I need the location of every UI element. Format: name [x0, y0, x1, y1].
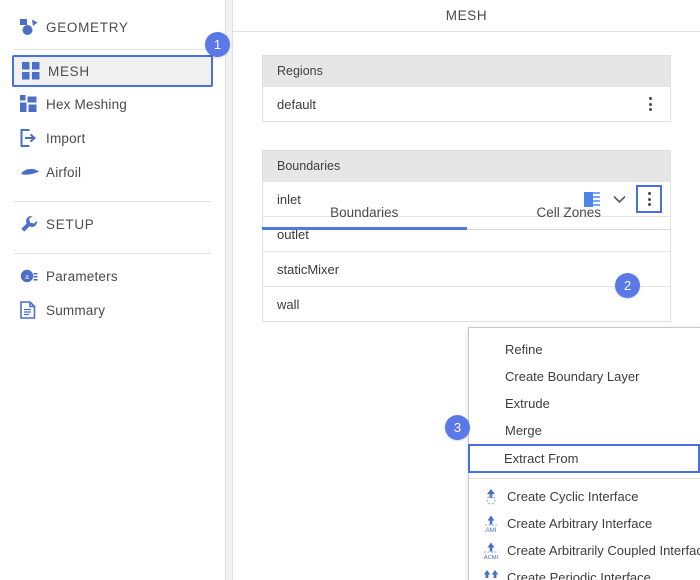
menu-item-extract-from[interactable]: Extract From — [468, 444, 700, 473]
sidebar-item-label: SETUP — [46, 216, 95, 232]
menu-item-label: Extract From — [504, 451, 579, 466]
sidebar-item-label: Import — [46, 130, 86, 146]
menu-item-label: Refine — [505, 342, 543, 357]
sidebar-item-setup[interactable]: SETUP — [12, 207, 213, 241]
svg-text:ACMI: ACMI — [484, 555, 499, 560]
main-header: MESH — [233, 0, 700, 32]
svg-text:a: a — [25, 272, 29, 281]
sidebar-item-airfoil[interactable]: Airfoil — [12, 155, 213, 189]
boundary-context-menu: Refine Create Boundary Layer Extrude Mer… — [468, 327, 700, 580]
boundary-name-label: wall — [277, 296, 300, 312]
sidebar-item-hex-meshing[interactable]: Hex Meshing — [12, 87, 213, 121]
menu-item-create-arbitrary-interface[interactable]: AMI Create Arbitrary Interface — [469, 510, 700, 537]
region-name-label: default — [277, 96, 317, 112]
sidebar-item-label: Parameters — [46, 268, 118, 284]
sidebar-item-parameters[interactable]: a Parameters — [12, 259, 213, 293]
mesh-grid-icon — [22, 60, 48, 82]
import-icon — [20, 127, 46, 149]
regions-card: Regions default — [262, 55, 671, 122]
menu-item-create-cyclic-interface[interactable]: Create Cyclic Interface — [469, 483, 700, 510]
region-options-kebab-icon[interactable] — [638, 91, 662, 117]
sidebar-item-mesh[interactable]: MESH — [12, 55, 213, 87]
periodic-interface-icon — [477, 568, 505, 580]
sidebar-divider — [14, 253, 211, 254]
table-row[interactable]: wall — [263, 286, 670, 321]
table-row[interactable]: staticMixer — [263, 251, 670, 286]
menu-item-label: Create Periodic Interface — [507, 570, 651, 580]
menu-item-create-boundary-layer[interactable]: Create Boundary Layer — [469, 363, 700, 390]
hex-meshing-icon — [20, 93, 46, 115]
airfoil-icon — [20, 161, 46, 183]
cyclic-interface-icon — [477, 487, 505, 507]
sidebar: GEOMETRY MESH Hex Meshing Import Airfoil… — [0, 0, 226, 580]
menu-item-extrude[interactable]: Extrude — [469, 390, 700, 417]
menu-item-refine[interactable]: Refine — [469, 336, 700, 363]
menu-item-label: Create Arbitrary Interface — [507, 516, 653, 531]
menu-item-label: Merge — [505, 423, 542, 438]
summary-document-icon — [20, 299, 46, 321]
regions-card-header: Regions — [263, 56, 670, 86]
menu-item-create-arbitrarily-coupled-interface[interactable]: ACMI Create Arbitrarily Coupled Interfac… — [469, 537, 700, 564]
wrench-icon — [20, 213, 46, 235]
sidebar-item-label: Summary — [46, 302, 106, 318]
boundaries-card: Boundaries inlet outlet staticMixer wall — [262, 150, 671, 322]
sidebar-item-label: Airfoil — [46, 164, 82, 180]
sidebar-item-label: Hex Meshing — [46, 96, 127, 112]
step-badge-2: 2 — [615, 273, 640, 298]
step-badge-3: 3 — [445, 415, 470, 440]
svg-text:AMI: AMI — [485, 527, 496, 533]
menu-item-merge[interactable]: Merge — [469, 417, 700, 444]
menu-item-create-periodic-interface[interactable]: Create Periodic Interface — [469, 564, 700, 580]
sidebar-item-label: MESH — [48, 63, 90, 79]
regions-header-label: Regions — [277, 64, 323, 78]
sidebar-divider — [14, 49, 211, 50]
sidebar-divider — [14, 201, 211, 202]
parameters-icon: a — [20, 265, 46, 287]
application-window: GEOMETRY MESH Hex Meshing Import Airfoil… — [0, 0, 700, 580]
sidebar-item-summary[interactable]: Summary — [12, 293, 213, 327]
menu-item-label: Extrude — [505, 396, 550, 411]
menu-divider — [469, 478, 700, 479]
step-badge-label: 3 — [453, 420, 462, 435]
geometry-icon — [20, 16, 46, 38]
acmi-interface-icon: ACMI — [477, 541, 505, 561]
ami-interface-icon: AMI — [477, 514, 505, 534]
boundaries-header-label: Boundaries — [277, 159, 341, 173]
panel-divider — [226, 0, 233, 580]
step-badge-1: 1 — [205, 32, 230, 57]
tab-label: Boundaries — [330, 205, 399, 220]
menu-item-label: Create Boundary Layer — [505, 369, 640, 384]
page-title: MESH — [445, 8, 488, 23]
sidebar-item-label: GEOMETRY — [46, 19, 129, 35]
tab-bar: Boundaries Cell Zones — [262, 205, 671, 230]
menu-item-label: Create Arbitrarily Coupled Interface — [507, 543, 700, 558]
tab-cell-zones[interactable]: Cell Zones — [466, 205, 671, 230]
tab-boundaries[interactable]: Boundaries — [262, 205, 467, 230]
step-badge-label: 1 — [213, 37, 222, 52]
step-badge-label: 2 — [623, 278, 632, 293]
sidebar-item-geometry[interactable]: GEOMETRY — [12, 10, 213, 44]
boundary-name-label: staticMixer — [277, 261, 340, 277]
tab-label: Cell Zones — [536, 205, 602, 220]
menu-item-label: Create Cyclic Interface — [507, 489, 639, 504]
sidebar-item-import[interactable]: Import — [12, 121, 213, 155]
boundaries-card-header: Boundaries — [263, 151, 670, 181]
table-row[interactable]: default — [263, 86, 670, 121]
